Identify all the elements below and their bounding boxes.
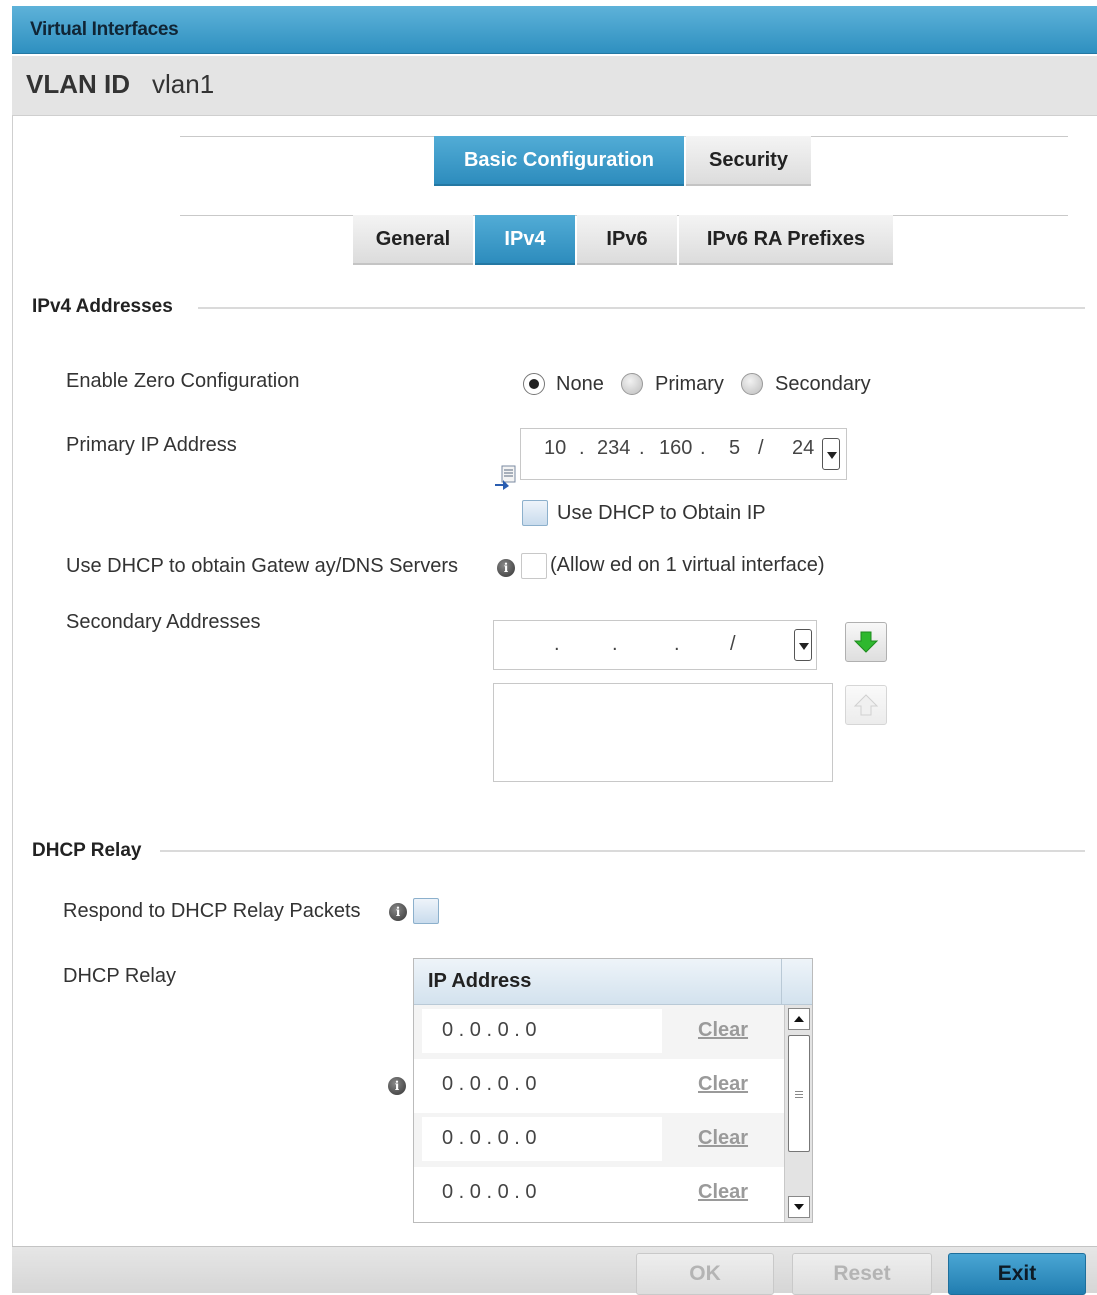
window-titlebar: Virtual Interfaces bbox=[12, 6, 1097, 54]
dhcp-gateway-label: Use DHCP to obtain Gatew ay/DNS Servers bbox=[66, 555, 459, 577]
respond-relay-label: Respond to DHCP Relay Packets bbox=[63, 900, 361, 922]
radio-primary[interactable] bbox=[621, 373, 643, 395]
tab-ipv6[interactable]: IPv6 bbox=[577, 215, 677, 265]
section-title-dhcp-relay: DHCP Relay bbox=[32, 840, 142, 861]
dhcp-relay-label: DHCP Relay bbox=[63, 965, 176, 987]
zero-config-label: Enable Zero Configuration bbox=[66, 370, 300, 392]
respond-info-icon[interactable]: i bbox=[389, 903, 407, 921]
ip-sep-2: . bbox=[639, 437, 645, 459]
relay-ip[interactable]: 0 . 0 . 0 . 0 bbox=[442, 1127, 537, 1150]
arrow-up-icon bbox=[853, 694, 879, 716]
relay-table-header: IP Address bbox=[414, 959, 781, 1005]
footer-bar: OK Reset Exit bbox=[12, 1246, 1097, 1295]
relay-ip-input[interactable]: 0 . 0 . 0 . 0 bbox=[422, 1117, 662, 1161]
relay-table-header-corner bbox=[781, 959, 812, 1005]
primary-ip-input[interactable]: 10 . 234 . 160 . 5 / 24 bbox=[520, 428, 847, 480]
relay-table: IP Address 0 . 0 . 0 . 0 Clear 0 . 0 . 0… bbox=[413, 958, 813, 1223]
section-title-ipv4: IPv4 Addresses bbox=[32, 296, 173, 317]
clear-link[interactable]: Clear bbox=[698, 1181, 748, 1204]
relay-ip[interactable]: 0 . 0 . 0 . 0 bbox=[442, 1181, 537, 1204]
tab-ipv4[interactable]: IPv4 bbox=[475, 215, 575, 265]
sec-mask-dropdown-icon[interactable] bbox=[794, 629, 812, 661]
tab-ipv6-ra-prefixes[interactable]: IPv6 RA Prefixes bbox=[679, 215, 893, 265]
clear-link[interactable]: Clear bbox=[698, 1073, 748, 1096]
table-row: 0 . 0 . 0 . 0 Clear bbox=[414, 1005, 784, 1059]
sec-sep-3: . bbox=[674, 633, 680, 655]
tab-security[interactable]: Security bbox=[686, 136, 811, 186]
ip-slash: / bbox=[758, 437, 764, 459]
relay-ip[interactable]: 0 . 0 . 0 . 0 bbox=[442, 1019, 537, 1042]
tab-general[interactable]: General bbox=[353, 215, 473, 265]
ip-octet-3[interactable]: 160 bbox=[659, 437, 692, 460]
tab-basic-configuration[interactable]: Basic Configuration bbox=[434, 136, 684, 186]
remove-secondary-button[interactable] bbox=[845, 685, 887, 725]
arrow-down-icon bbox=[853, 631, 879, 653]
vlan-id-label: VLAN ID bbox=[26, 69, 130, 99]
secondary-addresses-label: Secondary Addresses bbox=[66, 611, 261, 633]
ip-address-column-header: IP Address bbox=[428, 970, 532, 992]
use-dhcp-ip-checkbox[interactable] bbox=[522, 500, 548, 526]
add-secondary-button[interactable] bbox=[845, 622, 887, 662]
relay-scrollbar[interactable] bbox=[784, 1005, 812, 1222]
relay-ip-input[interactable]: 0 . 0 . 0 . 0 bbox=[422, 1063, 662, 1107]
relay-info-icon[interactable]: i bbox=[388, 1077, 406, 1095]
relay-ip-input[interactable]: 0 . 0 . 0 . 0 bbox=[422, 1171, 662, 1215]
mask-dropdown-icon[interactable] bbox=[822, 438, 840, 470]
reset-button[interactable]: Reset bbox=[792, 1253, 932, 1295]
dhcp-gateway-note: (Allow ed on 1 virtual interface) bbox=[550, 554, 825, 576]
ip-octet-4[interactable]: 5 bbox=[729, 437, 740, 460]
ip-octet-2[interactable]: 234 bbox=[597, 437, 630, 460]
ip-mask[interactable]: 24 bbox=[792, 437, 814, 460]
table-row: 0 . 0 . 0 . 0 Clear bbox=[414, 1059, 784, 1113]
ok-button[interactable]: OK bbox=[636, 1253, 774, 1295]
scroll-down-icon[interactable] bbox=[788, 1196, 810, 1218]
respond-relay-checkbox[interactable] bbox=[413, 898, 439, 924]
ip-sep-1: . bbox=[579, 437, 585, 459]
secondary-addresses-list[interactable] bbox=[493, 683, 833, 782]
secondary-ip-input[interactable]: . . . / bbox=[493, 620, 817, 670]
scroll-up-icon[interactable] bbox=[788, 1008, 810, 1030]
ip-octet-1[interactable]: 10 bbox=[544, 437, 566, 460]
use-dhcp-ip-label: Use DHCP to Obtain IP bbox=[557, 502, 766, 524]
table-row: 0 . 0 . 0 . 0 Clear bbox=[414, 1113, 784, 1167]
table-row: 0 . 0 . 0 . 0 Clear bbox=[414, 1167, 784, 1221]
window-title: Virtual Interfaces bbox=[30, 19, 179, 40]
sec-sep-2: . bbox=[612, 633, 618, 655]
radio-primary-label: Primary bbox=[655, 373, 724, 395]
dhcp-gateway-checkbox[interactable] bbox=[521, 553, 547, 579]
sec-sep-1: . bbox=[554, 633, 560, 655]
radio-secondary[interactable] bbox=[741, 373, 763, 395]
sec-slash: / bbox=[730, 633, 736, 655]
relay-ip-input[interactable]: 0 . 0 . 0 . 0 bbox=[422, 1009, 662, 1053]
radio-none-label: None bbox=[556, 373, 604, 395]
radio-none[interactable] bbox=[523, 373, 545, 395]
radio-secondary-label: Secondary bbox=[775, 373, 871, 395]
paste-icon[interactable] bbox=[493, 464, 519, 490]
vlan-id-value: vlan1 bbox=[152, 69, 215, 99]
scroll-thumb[interactable] bbox=[788, 1035, 810, 1152]
primary-ip-label: Primary IP Address bbox=[66, 434, 237, 456]
left-border bbox=[12, 116, 13, 1246]
section-line-ipv4 bbox=[198, 307, 1085, 309]
info-icon[interactable]: i bbox=[497, 559, 515, 577]
clear-link[interactable]: Clear bbox=[698, 1127, 748, 1150]
exit-button[interactable]: Exit bbox=[948, 1253, 1086, 1295]
vlan-header: VLAN ID vlan1 bbox=[12, 56, 1097, 116]
relay-ip[interactable]: 0 . 0 . 0 . 0 bbox=[442, 1073, 537, 1096]
clear-link[interactable]: Clear bbox=[698, 1019, 748, 1042]
ip-sep-3: . bbox=[700, 437, 706, 459]
section-line-dhcp-relay bbox=[160, 850, 1085, 852]
